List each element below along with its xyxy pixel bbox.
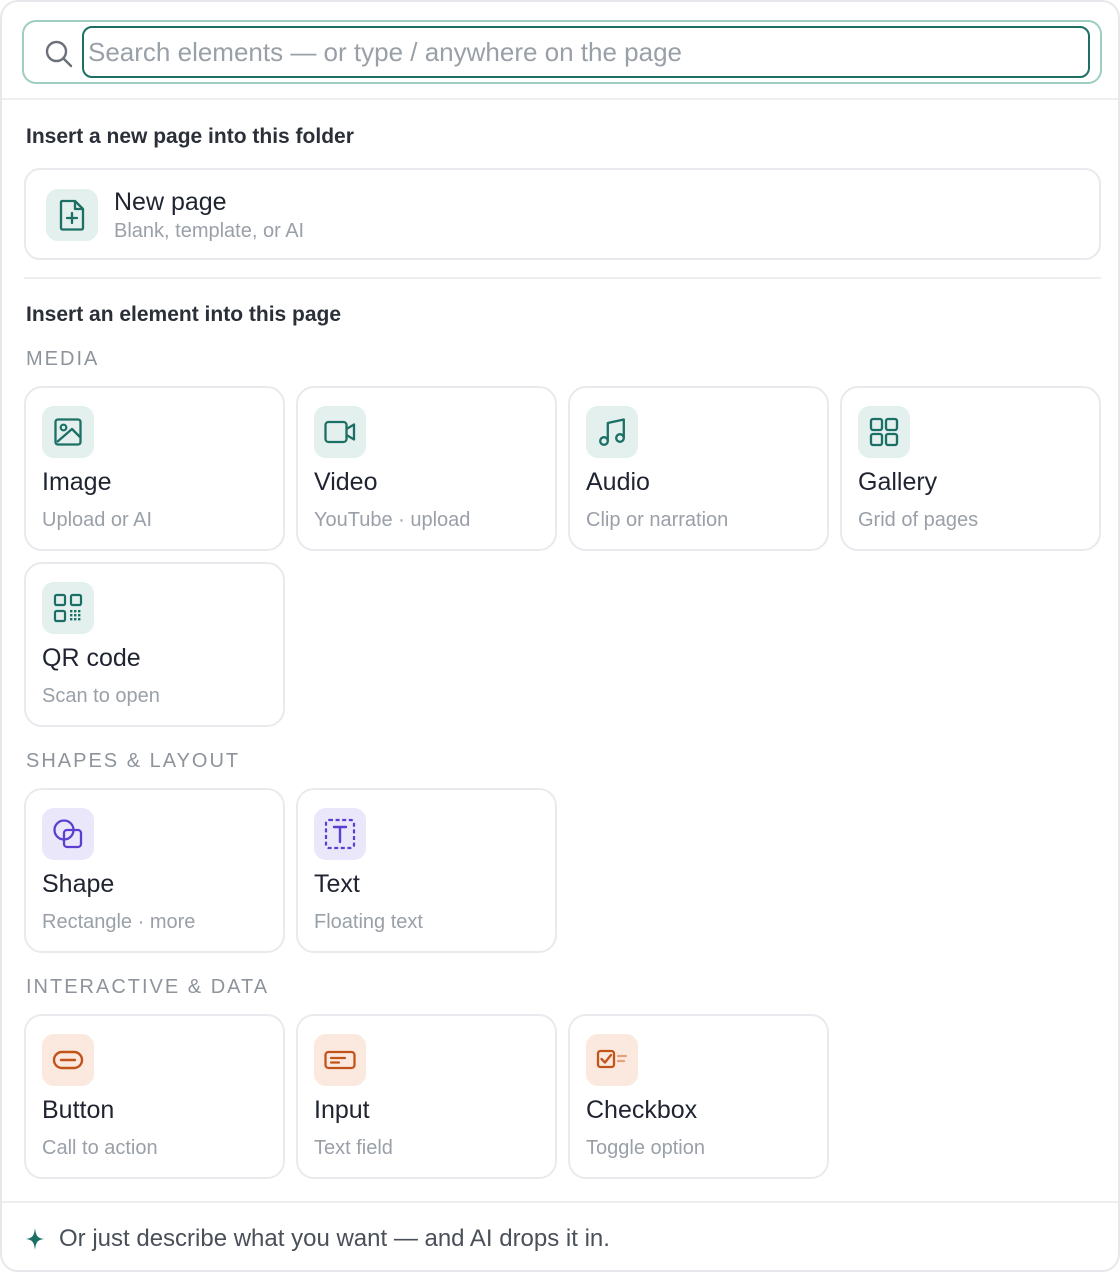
- card-subtitle: Floating text: [314, 911, 423, 933]
- card-title: Input: [314, 1096, 370, 1124]
- element-section-title: Insert an element into this page: [26, 303, 342, 326]
- card-subtitle: YouTube · upload: [314, 509, 471, 531]
- input-field-icon: [314, 1034, 366, 1086]
- checkbox-icon: [586, 1034, 638, 1086]
- text-box-icon: [314, 808, 366, 860]
- element-card-qr-code[interactable]: QR code Scan to open: [24, 562, 285, 727]
- element-card-gallery[interactable]: Gallery Grid of pages: [840, 386, 1101, 551]
- grid-icon: [858, 406, 910, 458]
- group-label-media: MEDIA: [26, 348, 100, 370]
- insert-panel: Insert a new page into this folder New p…: [0, 0, 1120, 1272]
- qr-code-icon: [42, 582, 94, 634]
- group-label-interactive-data: INTERACTIVE & DATA: [26, 976, 270, 998]
- divider: [2, 98, 1118, 100]
- card-subtitle: Toggle option: [586, 1137, 705, 1159]
- music-note-icon: [586, 406, 638, 458]
- card-title: Text: [314, 870, 360, 898]
- card-subtitle: Call to action: [42, 1137, 158, 1159]
- element-card-checkbox[interactable]: Checkbox Toggle option: [568, 1014, 829, 1179]
- card-title: Image: [42, 468, 112, 496]
- footer-divider: [2, 1201, 1118, 1203]
- card-title: Video: [314, 468, 378, 496]
- element-card-text[interactable]: Text Floating text: [296, 788, 557, 953]
- search-icon: [45, 40, 73, 68]
- group-label-shapes-layout: SHAPES & LAYOUT: [26, 750, 241, 772]
- section-divider: [24, 277, 1101, 279]
- element-card-audio[interactable]: Audio Clip or narration: [568, 386, 829, 551]
- button-icon: [42, 1034, 94, 1086]
- shapes-icon: [42, 808, 94, 860]
- card-subtitle: Upload or AI: [42, 509, 153, 531]
- card-title: Shape: [42, 870, 115, 898]
- card-subtitle: Clip or narration: [586, 509, 729, 531]
- card-subtitle: Scan to open: [42, 685, 160, 707]
- file-plus-icon: [46, 189, 98, 241]
- image-icon: [42, 406, 94, 458]
- search-input[interactable]: [82, 26, 1090, 78]
- card-title: Button: [42, 1096, 115, 1124]
- element-card-video[interactable]: Video YouTube · upload: [296, 386, 557, 551]
- card-title: QR code: [42, 644, 141, 672]
- element-card-image[interactable]: Image Upload or AI: [24, 386, 285, 551]
- sparkle-icon: [26, 1228, 44, 1250]
- card-title: Checkbox: [586, 1096, 698, 1124]
- element-card-shape[interactable]: Shape Rectangle · more: [24, 788, 285, 953]
- footer-hint: Or just describe what you want — and AI …: [59, 1225, 610, 1252]
- element-card-input[interactable]: Input Text field: [296, 1014, 557, 1179]
- folder-section-title: Insert a new page into this folder: [26, 125, 354, 148]
- card-subtitle: Text field: [314, 1137, 393, 1159]
- new-page-title: New page: [114, 188, 227, 216]
- new-page-subtitle: Blank, template, or AI: [114, 220, 305, 242]
- card-subtitle: Grid of pages: [858, 509, 979, 531]
- element-card-button[interactable]: Button Call to action: [24, 1014, 285, 1179]
- search-box: [22, 20, 1102, 84]
- card-title: Gallery: [858, 468, 938, 496]
- card-title: Audio: [586, 468, 650, 496]
- new-page-card[interactable]: New page Blank, template, or AI: [24, 168, 1101, 260]
- video-icon: [314, 406, 366, 458]
- card-subtitle: Rectangle · more: [42, 911, 196, 933]
